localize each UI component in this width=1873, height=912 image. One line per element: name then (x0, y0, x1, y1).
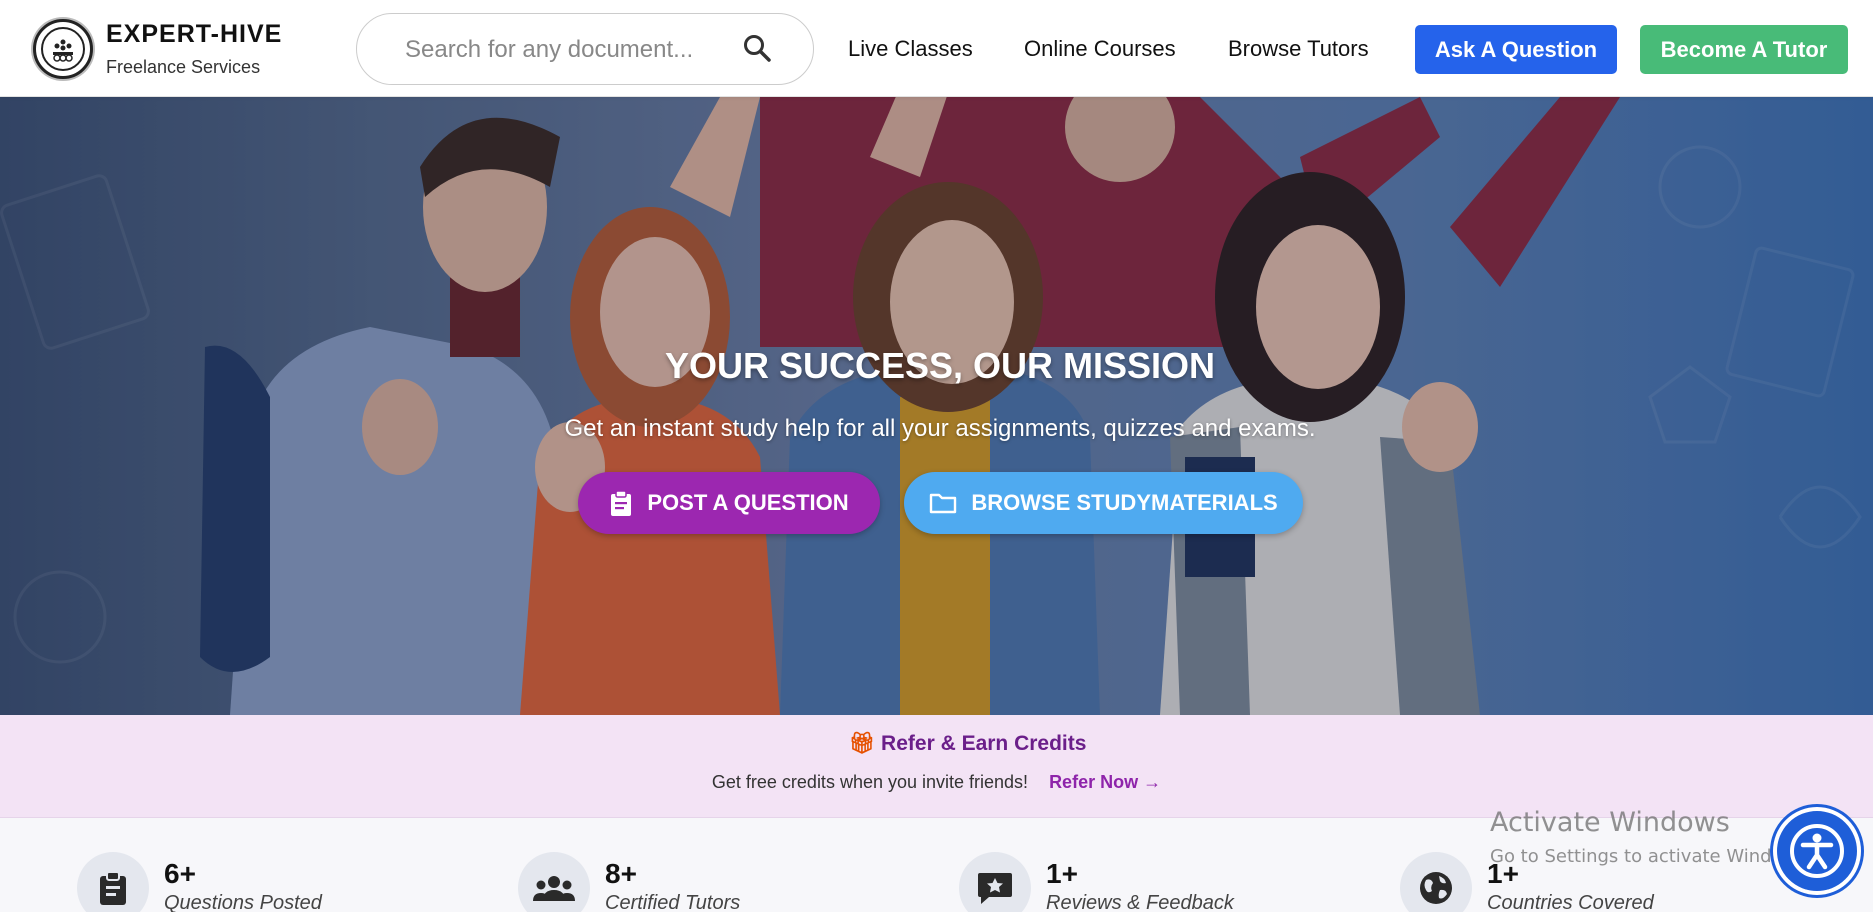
accessibility-icon (1790, 824, 1844, 878)
hero-subtitle: Get an instant study help for all your a… (564, 415, 1316, 442)
watermark-subtitle: Go to Settings to activate Windows. (1490, 846, 1813, 867)
users-icon (533, 876, 575, 901)
stat-value: 8+ (605, 858, 637, 889)
logo[interactable] (33, 19, 93, 79)
post-question-label: POST A QUESTION (647, 490, 849, 515)
hero-overlay (0, 97, 1873, 715)
brand-title[interactable]: EXPERT-HIVE (106, 20, 282, 49)
nav-online-courses[interactable]: Online Courses (1024, 36, 1176, 62)
search-icon[interactable] (742, 33, 772, 63)
stat-icon-circle (518, 852, 590, 912)
logo-emblem-icon (41, 27, 85, 71)
search-input[interactable] (405, 32, 735, 68)
windows-activation-watermark: Activate Windows Go to Settings to activ… (1490, 807, 1812, 867)
stat-icon-circle (77, 852, 149, 912)
become-tutor-button[interactable]: Become A Tutor (1640, 25, 1848, 74)
comment-star-icon (978, 873, 1012, 904)
site-header: EXPERT-HIVE Freelance Services Live Clas… (0, 0, 1873, 97)
refer-title-text: Refer & Earn Credits (881, 732, 1087, 755)
watermark-title: Activate Windows (1490, 807, 1730, 838)
hero-banner: YOUR SUCCESS, OUR MISSION Get an instant… (0, 97, 1873, 715)
refer-line: Get free credits when you invite friends… (0, 772, 1873, 793)
refer-now-link[interactable]: Refer Now → (1049, 772, 1161, 792)
nav-live-classes[interactable]: Live Classes (848, 36, 973, 62)
stat-value: 6+ (164, 858, 196, 889)
refer-title: 🎁︎ Refer & Earn Credits (0, 731, 1873, 756)
stat-label: Countries Covered (1487, 892, 1654, 912)
refer-text: Get free credits when you invite friends… (711, 772, 1029, 792)
brand-subtitle: Freelance Services (106, 57, 261, 77)
stat-label: Reviews & Feedback (1046, 892, 1234, 912)
gift-icon: 🎁︎ (848, 731, 876, 755)
stat-label: Questions Posted (164, 892, 322, 912)
stat-label: Certified Tutors (605, 892, 741, 912)
stat-value: 1+ (1046, 858, 1078, 889)
folder-icon (930, 493, 957, 514)
browse-materials-button[interactable]: BROWSE STUDYMATERIALS (904, 472, 1303, 534)
accessibility-widget-button[interactable] (1773, 807, 1861, 895)
refer-banner: 🎁︎ Refer & Earn Credits Get free credits… (0, 715, 1873, 818)
stat-icon-circle (1400, 852, 1472, 912)
stat-icon-circle (959, 852, 1031, 912)
nav-browse-tutors[interactable]: Browse Tutors (1228, 36, 1369, 62)
clipboard-icon (100, 871, 126, 905)
post-question-button[interactable]: POST A QUESTION (578, 472, 880, 534)
globe-icon (1420, 872, 1452, 904)
clipboard-icon (611, 490, 632, 516)
ask-question-button[interactable]: Ask A Question (1415, 25, 1617, 74)
hero-title: YOUR SUCCESS, OUR MISSION (664, 345, 1216, 386)
browse-materials-label: BROWSE STUDYMATERIALS (971, 490, 1278, 515)
